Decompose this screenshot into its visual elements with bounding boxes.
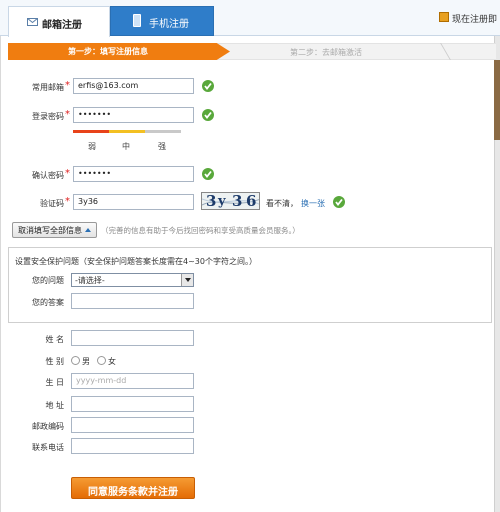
phone-icon: [133, 14, 141, 27]
required-mark: *: [65, 109, 70, 120]
step-1: 第一步：填写注册信息: [8, 43, 230, 60]
chevron-down-icon: [181, 274, 193, 286]
mail-icon: [27, 18, 38, 26]
side-banner-image: [494, 60, 500, 140]
address-label: 地 址: [45, 401, 64, 410]
check-icon: [202, 168, 214, 180]
strength-bar-strong: [145, 130, 181, 133]
tab-phone-register[interactable]: 手机注册: [110, 6, 214, 36]
check-icon: [202, 80, 214, 92]
address-input[interactable]: [71, 396, 194, 412]
check-icon: [202, 109, 214, 121]
captcha-char: y: [218, 194, 226, 209]
collapse-arrow-icon: [85, 228, 91, 232]
captcha-char: 3: [206, 192, 217, 210]
tab-email-label: 邮箱注册: [42, 20, 82, 31]
tab-email-register[interactable]: 邮箱注册: [8, 6, 110, 37]
gender-male-radio[interactable]: [71, 356, 80, 365]
gender-male-label: 男: [82, 357, 90, 366]
question-select[interactable]: -请选择-: [71, 273, 194, 287]
email-input[interactable]: erfis@163.com: [73, 78, 194, 94]
answer-input[interactable]: [71, 293, 194, 309]
name-label: 姓 名: [45, 335, 64, 344]
password-input[interactable]: •••••••: [73, 107, 194, 123]
strength-weak-label: 弱: [88, 142, 96, 151]
step-2-label: 第二步：去邮箱激活: [290, 48, 362, 57]
gift-icon: [439, 12, 449, 22]
captcha-image[interactable]: 3 y 3 6: [201, 192, 260, 210]
cancel-optional-info-button[interactable]: 取消填写全部信息: [12, 222, 97, 238]
email-label: 常用邮箱: [32, 83, 64, 92]
gender-female-label: 女: [108, 357, 116, 366]
contact-phone-input[interactable]: [71, 438, 194, 454]
page-left-border: [0, 36, 1, 512]
captcha-unclear-text: 看不清，: [266, 199, 298, 208]
strength-bar-weak: [73, 130, 109, 133]
strength-medium-label: 中: [122, 142, 130, 151]
required-mark: *: [65, 80, 70, 91]
captcha-char: 6: [246, 192, 257, 210]
postcode-input[interactable]: [71, 417, 194, 433]
strength-bar-medium: [109, 130, 145, 133]
name-input[interactable]: [71, 330, 194, 346]
captcha-label: 验证码: [40, 199, 64, 208]
birthday-label: 生 日: [45, 378, 64, 387]
question-selected-value: -请选择-: [75, 276, 105, 285]
cancel-optional-info-label: 取消填写全部信息: [18, 226, 82, 235]
optional-info-hint: （完善的信息有助于今后找回密码和享受高质量会员服务。）: [101, 226, 300, 235]
confirm-password-input[interactable]: •••••••: [73, 166, 194, 182]
confirm-password-label: 确认密码: [32, 171, 64, 180]
question-label: 您的问题: [32, 276, 64, 285]
step-1-label: 第一步：填写注册信息: [68, 47, 148, 56]
required-mark: *: [65, 168, 70, 179]
captcha-input[interactable]: 3y36: [73, 194, 194, 210]
postcode-label: 邮政编码: [32, 422, 64, 431]
captcha-refresh-link[interactable]: 换一张: [301, 198, 325, 209]
check-icon: [333, 196, 345, 208]
password-label: 登录密码: [32, 112, 64, 121]
gender-label: 性 别: [45, 357, 64, 366]
agree-and-register-label: 同意服务条款并注册: [88, 487, 178, 498]
top-right-link[interactable]: 现在注册即: [452, 12, 497, 25]
gender-female-radio[interactable]: [97, 356, 106, 365]
contact-phone-label: 联系电话: [32, 443, 64, 452]
tab-phone-label: 手机注册: [149, 19, 189, 30]
strength-strong-label: 强: [158, 142, 166, 151]
captcha-char: 3: [232, 192, 243, 210]
security-section-title: 设置安全保护问题（安全保护问题答案长度需在4~30个字符之间。）: [15, 257, 257, 266]
answer-label: 您的答案: [32, 298, 64, 307]
required-mark: *: [65, 196, 70, 207]
agree-and-register-button[interactable]: 同意服务条款并注册: [71, 477, 195, 499]
birthday-input[interactable]: yyyy-mm-dd: [71, 373, 194, 389]
